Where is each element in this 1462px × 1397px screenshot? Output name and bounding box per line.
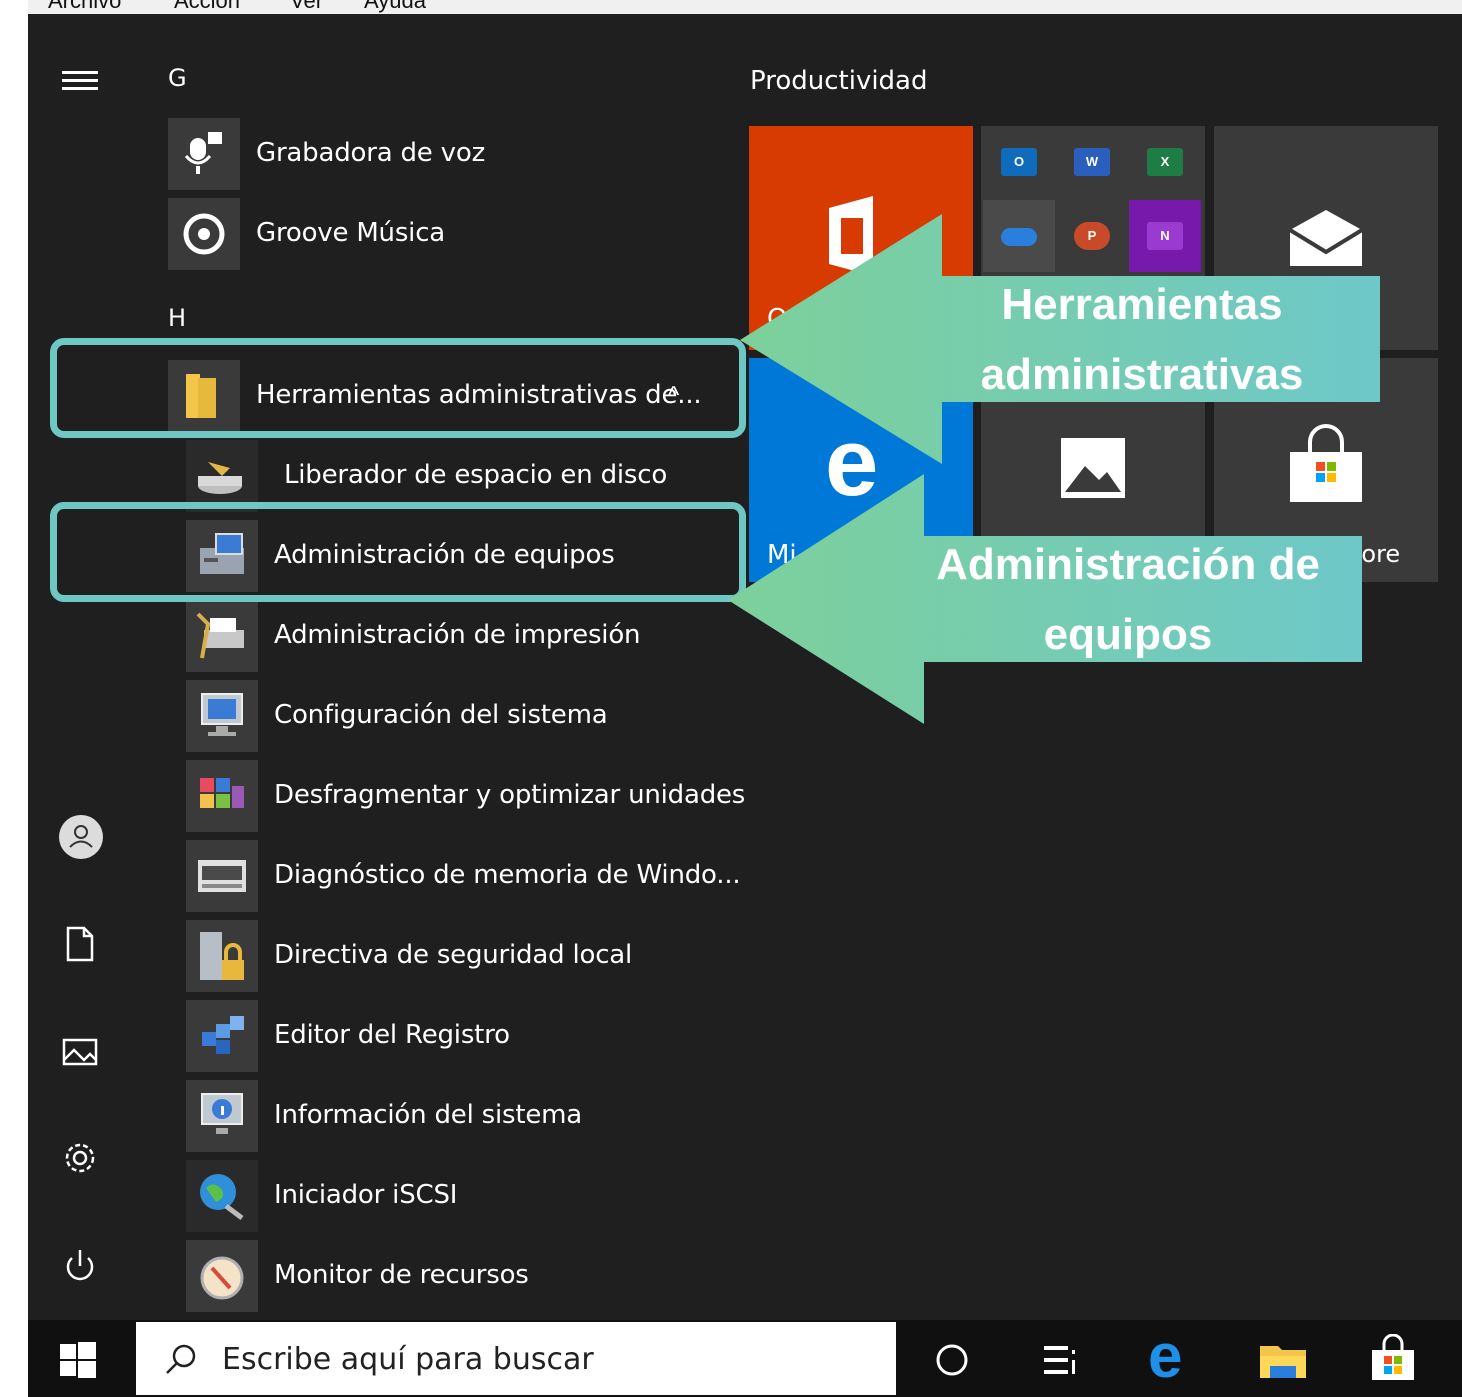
annotation-arrows: [728, 214, 1380, 724]
task-view-icon[interactable]: [1040, 1340, 1080, 1380]
annotation-administracion: Administración de equipos: [890, 530, 1366, 670]
windows-start-icon[interactable]: [58, 1340, 98, 1380]
cortana-icon[interactable]: [934, 1342, 970, 1378]
file-explorer-icon[interactable]: [1258, 1338, 1308, 1382]
annotation-text: Administración de equipos: [936, 540, 1320, 659]
search-icon: [162, 1340, 202, 1380]
taskbar: Escribe aquí para buscar e: [28, 1320, 1462, 1397]
store-icon[interactable]: [1368, 1333, 1418, 1384]
annotation-herramientas: Herramientas administrativas: [942, 270, 1342, 410]
search-placeholder: Escribe aquí para buscar: [222, 1342, 594, 1377]
edge-icon[interactable]: e: [1148, 1326, 1182, 1388]
search-box[interactable]: Escribe aquí para buscar: [136, 1322, 896, 1395]
annotation-text: Herramientas administrativas: [980, 280, 1304, 399]
